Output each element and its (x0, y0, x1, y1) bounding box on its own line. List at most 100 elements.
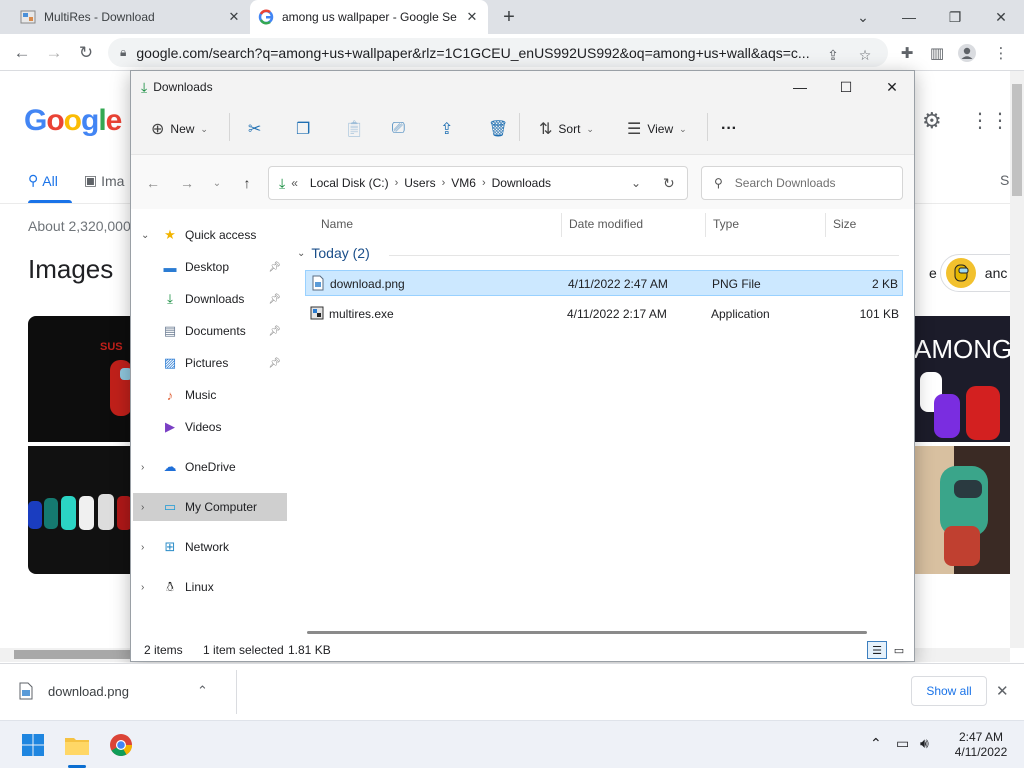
nav-music[interactable]: ♪ Music (133, 381, 287, 409)
explorer-minimize-button[interactable]: — (777, 71, 823, 103)
show-hidden-icons-chevron-icon[interactable]: ⌃ (870, 735, 882, 752)
explorer-close-button[interactable]: ✕ (869, 71, 915, 103)
file-row-multires-exe[interactable]: multires.exe 4/11/2022 2:17 AM Applicati… (305, 301, 903, 327)
tab-google-search[interactable]: among us wallpaper - Google Se ✕ (250, 0, 488, 34)
collapsed-chevron-icon[interactable]: › (141, 582, 153, 593)
back-button[interactable]: ← (8, 39, 36, 67)
file-row-download-png[interactable]: download.png 4/11/2022 2:47 AM PNG File … (305, 270, 903, 296)
up-arrow-icon[interactable]: ↑ (237, 173, 257, 193)
image-result-crewmate-art[interactable] (914, 446, 1010, 574)
nav-quick-access[interactable]: ⌄ ★ Quick access (133, 221, 287, 249)
nav-desktop[interactable]: ▬ Desktop 📌︎ (133, 253, 287, 281)
pin-icon[interactable]: 📌︎ (268, 294, 281, 305)
address-dropdown-icon[interactable]: ⌄ (631, 176, 641, 190)
nav-onedrive[interactable]: › ☁ OneDrive (133, 453, 287, 481)
group-header-today[interactable]: ⌄ Today (2) (297, 245, 370, 261)
details-view-button[interactable]: ☰ (867, 641, 887, 659)
copy-button[interactable]: ❐ (296, 117, 316, 141)
nav-downloads[interactable]: ⤓ Downloads 📌︎ (133, 285, 287, 313)
image-result-crewmates-row[interactable] (28, 446, 132, 574)
collapse-chevron-icon[interactable]: ⌄ (297, 248, 305, 259)
column-divider[interactable] (825, 213, 826, 237)
breadcrumb-vm6[interactable]: VM6 (451, 176, 476, 190)
address-bar[interactable]: 🔒︎ google.com/search?q=among+us+wallpape… (108, 38, 888, 67)
pin-icon[interactable]: 📌︎ (268, 326, 281, 337)
search-downloads-input[interactable]: ⚲ Search Downloads (701, 166, 903, 200)
minimize-button[interactable]: — (886, 0, 932, 34)
tools-fragment[interactable]: S (1000, 172, 1009, 188)
column-header-date-modified[interactable]: Date modified (569, 217, 643, 231)
start-button[interactable] (18, 730, 48, 760)
reload-button[interactable]: ↻ (72, 39, 100, 67)
delete-button[interactable]: 🗑︎ (488, 117, 514, 141)
share-icon[interactable]: ⇪ (824, 46, 842, 64)
url-text[interactable]: google.com/search?q=among+us+wallpaper&r… (136, 45, 816, 61)
paste-button[interactable]: 📋︎ (344, 117, 370, 141)
column-header-name[interactable]: Name (321, 217, 353, 231)
lock-icon[interactable]: 🔒︎ (120, 45, 126, 60)
recent-locations-icon[interactable]: ⌄ (207, 173, 227, 193)
new-tab-button[interactable]: + (498, 7, 520, 29)
side-panel-icon[interactable]: ▥ (926, 42, 948, 64)
close-window-button[interactable]: ✕ (978, 0, 1024, 34)
breadcrumb-downloads[interactable]: Downloads (492, 176, 551, 190)
profile-avatar[interactable] (956, 42, 978, 64)
close-shelf-icon[interactable]: ✕ (996, 682, 1009, 700)
column-divider[interactable] (561, 213, 562, 237)
volume-icon[interactable]: 🔊︎ (920, 735, 929, 752)
show-all-button[interactable]: Show all (911, 676, 987, 706)
pin-icon[interactable]: 📌︎ (268, 262, 281, 273)
settings-gear-icon[interactable]: ⚙ (922, 108, 942, 134)
page-vertical-scroll-thumb[interactable] (1012, 84, 1022, 196)
image-result-among-us-title[interactable]: AMONG (914, 316, 1012, 442)
cut-button[interactable]: ✂ (248, 117, 267, 141)
downloaded-file-item[interactable]: download.png ⌃ (18, 682, 208, 700)
forward-button[interactable]: → (40, 39, 68, 67)
refresh-icon[interactable]: ↻ (663, 175, 675, 192)
network-tray-icon[interactable]: ▭ (896, 735, 909, 752)
column-divider[interactable] (705, 213, 706, 237)
tab-all[interactable]: ⚲ All (28, 172, 58, 189)
close-tab-icon[interactable]: ✕ (464, 9, 480, 25)
chrome-taskbar-button[interactable] (106, 730, 136, 760)
rename-button[interactable]: ⎚ (392, 117, 411, 141)
nav-pictures[interactable]: ▨ Pictures 📌︎ (133, 349, 287, 377)
collapsed-chevron-icon[interactable]: › (141, 542, 153, 553)
nav-videos[interactable]: ▶ Videos (133, 413, 287, 441)
view-button[interactable]: ☰ View ⌄ (627, 117, 687, 141)
column-header-size[interactable]: Size (833, 217, 856, 231)
image-result-red-crewmate[interactable]: SUS (28, 316, 132, 442)
tab-multires[interactable]: MultiRes - Download ✕ (12, 0, 250, 34)
back-arrow-icon[interactable]: ← (143, 173, 163, 193)
extensions-icon[interactable]: ✚ (896, 42, 918, 64)
large-icons-view-button[interactable]: ▭ (889, 641, 909, 659)
column-header-type[interactable]: Type (713, 217, 739, 231)
new-button[interactable]: ⊕ New ⌄ (151, 117, 208, 141)
breadcrumb-users[interactable]: Users (404, 176, 435, 190)
nav-linux[interactable]: › 🐧︎ Linux (133, 573, 287, 601)
nav-network[interactable]: › ⊞ Network (133, 533, 287, 561)
breadcrumb-local-disk[interactable]: Local Disk (C:) (310, 176, 389, 190)
nav-my-computer[interactable]: › ▭ My Computer (133, 493, 287, 521)
file-list-horizontal-scrollbar[interactable] (307, 631, 867, 634)
explorer-maximize-button[interactable]: ☐ (823, 71, 869, 103)
google-logo[interactable]: Google (24, 104, 122, 138)
restore-button[interactable]: ❐ (932, 0, 978, 34)
share-button[interactable]: ⇪ (440, 117, 459, 141)
see-more-button[interactable]: ··· (721, 117, 737, 141)
chevron-right-icon[interactable]: › (442, 177, 446, 189)
tab-search-icon[interactable]: ⌄ (840, 0, 886, 34)
chrome-menu-icon[interactable]: ⋮ (990, 42, 1012, 64)
tab-images[interactable]: ▣ Ima (84, 172, 125, 189)
file-explorer-taskbar-button[interactable] (62, 730, 92, 760)
page-horizontal-scroll-thumb[interactable] (14, 650, 134, 659)
breadcrumb[interactable]: ⤓ « Local Disk (C:) › Users › VM6 › Down… (268, 166, 688, 200)
collapsed-chevron-icon[interactable]: › (141, 502, 153, 513)
forward-arrow-icon[interactable]: → (177, 173, 197, 193)
bookmark-star-icon[interactable]: ☆ (856, 46, 874, 64)
sort-button[interactable]: ⇅ Sort ⌄ (539, 117, 594, 141)
system-clock[interactable]: 2:47 AM 4/11/2022 (946, 730, 1016, 760)
pin-icon[interactable]: 📌︎ (268, 358, 281, 369)
chevron-up-icon[interactable]: ⌃ (197, 683, 208, 699)
close-tab-icon[interactable]: ✕ (226, 9, 242, 25)
